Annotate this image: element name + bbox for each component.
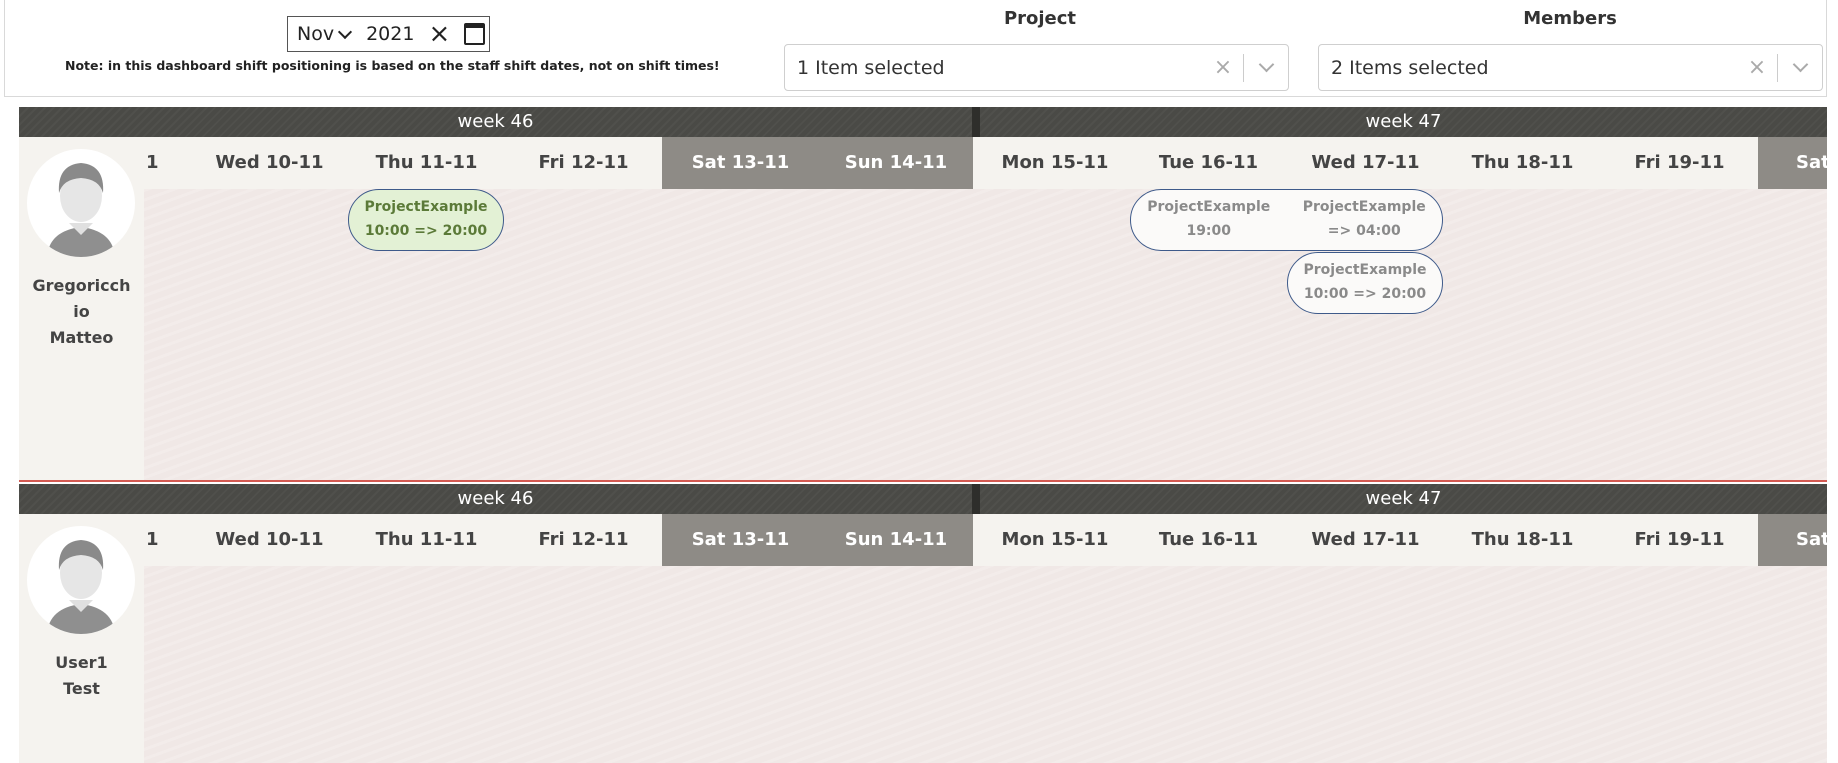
schedule-grid: ProjectExample 10:00 => 20:00 ProjectExa… — [144, 189, 1827, 480]
day-header: Fri 19-11 — [1634, 152, 1725, 173]
member-name: io — [73, 302, 90, 321]
member-name: Matteo — [49, 328, 114, 347]
member-row: week 46 week 47 1 Wed 10-11 Thu 11-11 Fr… — [19, 107, 1827, 482]
shift-time: 19:00 — [1186, 223, 1232, 239]
week-header: week 46 — [19, 484, 972, 514]
day-header: Sun 14-11 — [819, 514, 973, 566]
day-header: Tue 16-11 — [1158, 529, 1259, 550]
member-name: Test — [63, 679, 100, 698]
date-note: Note: in this dashboard shift positionin… — [65, 58, 720, 73]
shift-end: ProjectExample => 04:00 — [1287, 195, 1443, 243]
week-header: week 46 — [19, 107, 972, 137]
shift-time: 10:00 => 20:00 — [364, 223, 488, 239]
project-select-value: 1 Item selected — [797, 56, 945, 79]
member-row: week 46 week 47 1 Wed 10-11 Thu 11-11 Fr… — [19, 484, 1827, 763]
shift-time: => 04:00 — [1327, 223, 1401, 239]
day-header: Fri 12-11 — [538, 529, 629, 550]
filter-bar: Nov 2021 × Note: in this dashboard shift… — [4, 0, 1827, 97]
clear-icon[interactable]: × — [1737, 55, 1777, 80]
day-header-row: 1 Wed 10-11 Thu 11-11 Fri 12-11 Sat 13-1… — [19, 137, 1827, 189]
day-header: Wed 10-11 — [215, 529, 324, 550]
shift-project: ProjectExample — [1303, 262, 1427, 278]
week-divider — [972, 107, 980, 137]
day-header: Fri 12-11 — [538, 152, 629, 173]
day-header: Tue 16-11 — [1158, 152, 1259, 173]
close-icon[interactable]: × — [428, 21, 450, 47]
clear-icon[interactable]: × — [1203, 55, 1243, 80]
shift-card[interactable]: ProjectExample 19:00 ProjectExample => 0… — [1130, 189, 1443, 251]
shift-project: ProjectExample — [364, 199, 488, 215]
day-header: Mon 15-11 — [1001, 529, 1109, 550]
month-select[interactable]: Nov — [297, 23, 334, 45]
week-header: week 47 — [980, 484, 1827, 514]
day-header: Fri 19-11 — [1634, 529, 1725, 550]
member-name: Gregoricch — [32, 276, 131, 295]
day-header: Thu 18-11 — [1471, 529, 1574, 550]
day-header: 1 — [146, 529, 159, 550]
day-header: Wed 17-11 — [1311, 152, 1420, 173]
day-header: Wed 10-11 — [215, 152, 324, 173]
schedule-grid — [144, 566, 1827, 763]
chevron-down-icon[interactable] — [338, 24, 353, 40]
day-header: Sun 14-11 — [819, 137, 973, 189]
day-header: Sat — [1758, 137, 1827, 189]
day-header: Thu 18-11 — [1471, 152, 1574, 173]
chevron-down-icon[interactable] — [1778, 56, 1822, 73]
member-info: User1 Test — [19, 514, 144, 763]
shift-card[interactable]: ProjectExample 10:00 => 20:00 — [348, 189, 504, 251]
shift-project: ProjectExample — [1147, 199, 1271, 215]
avatar — [27, 526, 135, 634]
member-name: User1 — [55, 653, 108, 672]
shift-start: ProjectExample 19:00 — [1131, 195, 1287, 243]
member-info: Gregoricch io Matteo — [19, 137, 144, 482]
shift-card[interactable]: ProjectExample 10:00 => 20:00 — [1287, 252, 1443, 314]
week-header: week 47 — [980, 107, 1827, 137]
day-header: 1 — [146, 152, 159, 173]
project-filter-title: Project — [1003, 8, 1077, 29]
week-divider — [972, 484, 980, 514]
shift-time: 10:00 => 20:00 — [1303, 286, 1427, 302]
calendar-icon[interactable] — [464, 23, 486, 45]
month-year-picker[interactable]: Nov 2021 × — [287, 16, 490, 52]
members-select-value: 2 Items selected — [1331, 56, 1489, 79]
members-filter-title: Members — [1523, 8, 1617, 29]
day-header: Mon 15-11 — [1001, 152, 1109, 173]
day-header: Thu 11-11 — [375, 529, 478, 550]
day-header-row: 1 Wed 10-11 Thu 11-11 Fri 12-11 Sat 13-1… — [19, 514, 1827, 566]
day-header: Thu 11-11 — [375, 152, 478, 173]
day-header: Wed 17-11 — [1311, 529, 1420, 550]
members-select[interactable]: 2 Items selected × — [1318, 44, 1823, 91]
avatar — [27, 149, 135, 257]
day-header: Sat 13-11 — [662, 514, 819, 566]
project-select[interactable]: 1 Item selected × — [784, 44, 1289, 91]
day-header: Sat 13-11 — [662, 137, 819, 189]
day-header: Sat — [1758, 514, 1827, 566]
shift-project: ProjectExample — [1302, 199, 1426, 215]
year-field[interactable]: 2021 — [366, 23, 414, 45]
chevron-down-icon[interactable] — [1244, 56, 1288, 73]
row-separator — [19, 480, 1827, 482]
